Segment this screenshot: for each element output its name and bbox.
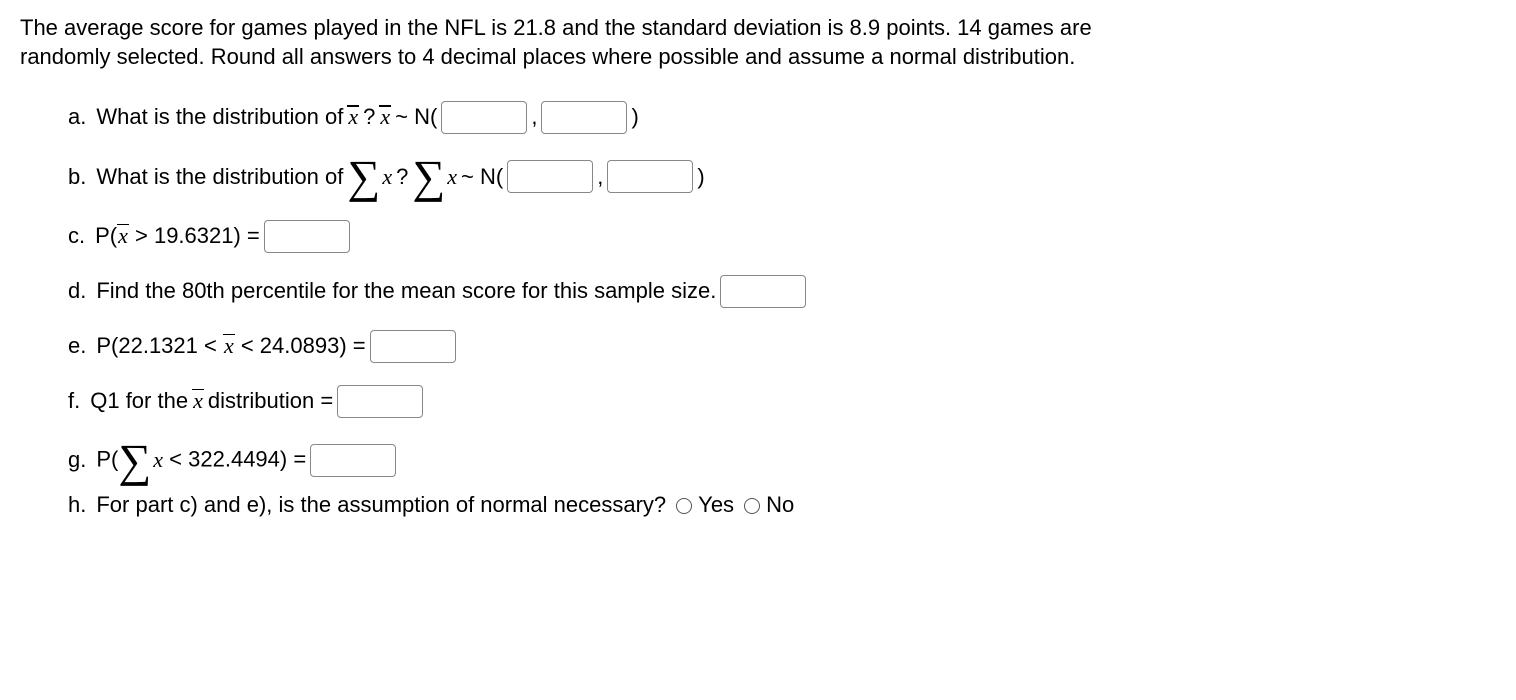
text-f-post: distribution = bbox=[208, 387, 333, 416]
label-d: d. bbox=[68, 277, 86, 306]
xbar-symbol: x bbox=[347, 103, 359, 132]
xbar-symbol: x bbox=[379, 103, 391, 132]
input-d[interactable] bbox=[720, 275, 806, 308]
label-f: f. bbox=[68, 387, 80, 416]
label-a: a. bbox=[68, 103, 86, 132]
input-a-sigma[interactable] bbox=[541, 101, 627, 134]
input-f[interactable] bbox=[337, 385, 423, 418]
label-g: g. bbox=[68, 446, 86, 475]
text-h: For part c) and e), is the assumption of… bbox=[96, 491, 666, 520]
text-b-q: ? bbox=[396, 163, 408, 192]
question-e: e. P(22.1321 < x < 24.0893) = bbox=[68, 330, 1496, 363]
input-e[interactable] bbox=[370, 330, 456, 363]
sigma-x-symbol: ∑x bbox=[118, 440, 163, 482]
label-h: h. bbox=[68, 491, 86, 520]
question-h: h. For part c) and e), is the assumption… bbox=[68, 491, 1496, 520]
text-e-post: < 24.0893) = bbox=[235, 333, 366, 358]
input-b-sigma[interactable] bbox=[607, 160, 693, 193]
text-e-pre: P(22.1321 < bbox=[96, 333, 223, 358]
text-g-pre: P( bbox=[96, 446, 118, 471]
label-c: c. bbox=[68, 222, 85, 251]
input-c[interactable] bbox=[264, 220, 350, 253]
xbar-symbol: x bbox=[192, 387, 204, 416]
sigma-x-symbol: ∑x bbox=[347, 156, 392, 198]
text-a-close: ) bbox=[631, 103, 638, 132]
text-d: Find the 80th percentile for the mean sc… bbox=[96, 277, 716, 306]
text-g-post: < 322.4494) = bbox=[163, 446, 306, 471]
text-b-pre: What is the distribution of bbox=[96, 163, 343, 192]
question-c: c. P(x > 19.6321) = bbox=[68, 220, 1496, 253]
input-g[interactable] bbox=[310, 444, 396, 477]
label-b: b. bbox=[68, 163, 86, 192]
label-yes: Yes bbox=[698, 491, 734, 520]
text-f-pre: Q1 for the bbox=[90, 387, 188, 416]
problem-intro: The average score for games played in th… bbox=[20, 14, 1120, 71]
text-b-dist: ~ N( bbox=[461, 163, 503, 192]
question-f: f. Q1 for the x distribution = bbox=[68, 385, 1496, 418]
input-a-mu[interactable] bbox=[441, 101, 527, 134]
label-e: e. bbox=[68, 332, 86, 361]
text-a-q: ? bbox=[363, 103, 375, 132]
question-b: b. What is the distribution of ∑x ? ∑x ~… bbox=[68, 156, 1496, 198]
label-no: No bbox=[766, 491, 794, 520]
question-list: a. What is the distribution of x ? x ~ N… bbox=[20, 101, 1496, 520]
text-c-pre: P( bbox=[95, 223, 117, 248]
xbar-symbol: x bbox=[117, 222, 129, 251]
text-a-pre: What is the distribution of bbox=[96, 103, 343, 132]
text-a-comma: , bbox=[531, 103, 537, 132]
radio-no[interactable] bbox=[744, 498, 760, 514]
input-b-mu[interactable] bbox=[507, 160, 593, 193]
text-a-dist: ~ N( bbox=[395, 103, 437, 132]
text-b-comma: , bbox=[597, 163, 603, 192]
text-b-close: ) bbox=[697, 163, 704, 192]
question-d: d. Find the 80th percentile for the mean… bbox=[68, 275, 1496, 308]
xbar-symbol: x bbox=[223, 332, 235, 361]
text-c-op: > 19.6321) = bbox=[129, 223, 260, 248]
question-a: a. What is the distribution of x ? x ~ N… bbox=[68, 101, 1496, 134]
radio-yes[interactable] bbox=[676, 498, 692, 514]
sigma-x-symbol: ∑x bbox=[412, 156, 457, 198]
question-g: g. P(∑x < 322.4494) = bbox=[68, 440, 1496, 482]
